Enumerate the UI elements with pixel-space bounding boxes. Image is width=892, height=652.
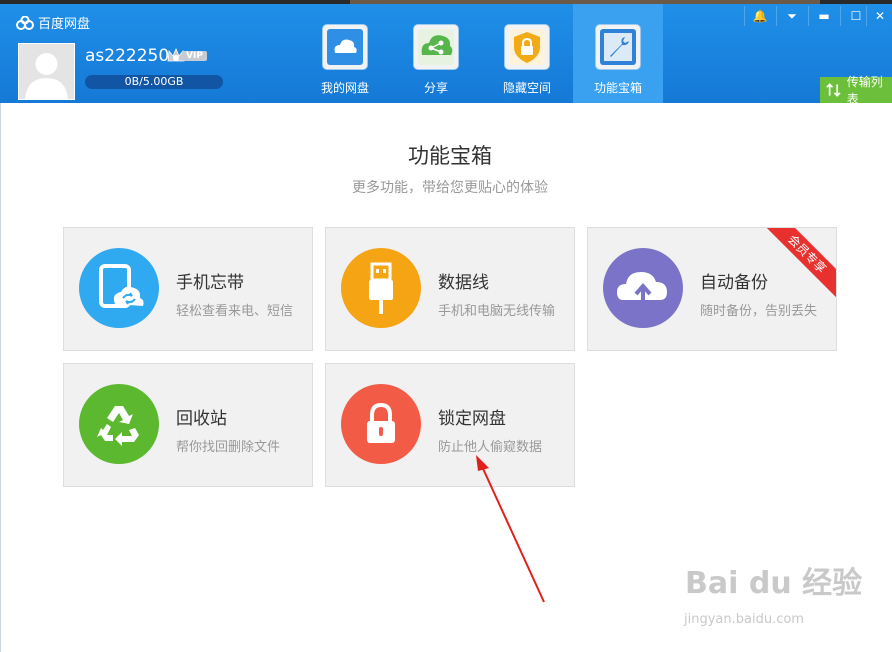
watermark-url: jingyan.baidu.com [684,612,804,627]
red-annotation-arrow [476,455,545,603]
baidu-jingyan-watermark: Bai du 经验 [685,566,863,601]
